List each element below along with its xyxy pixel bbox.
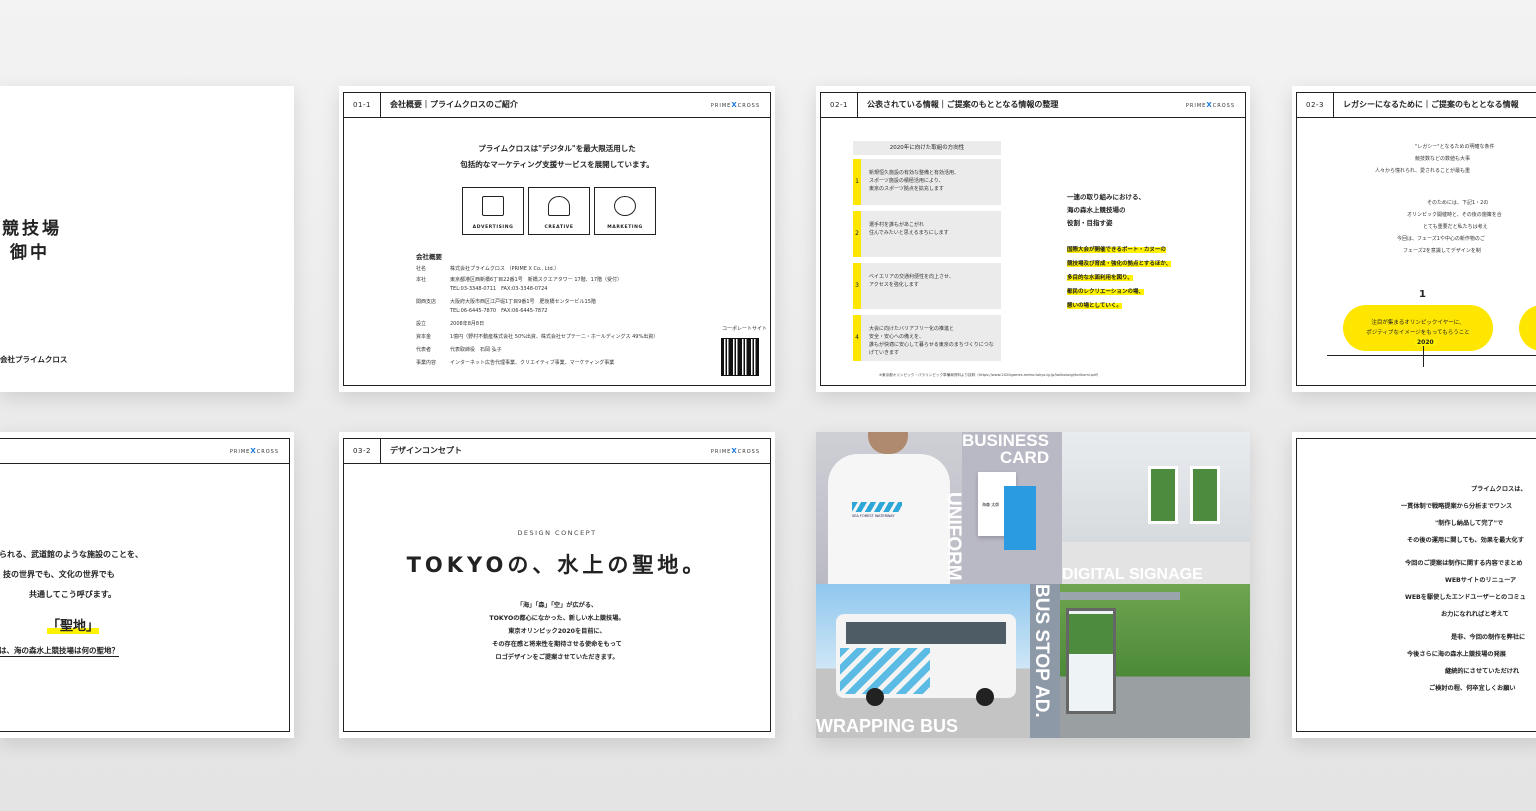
compass-icon bbox=[548, 196, 570, 216]
table-heading: 2020年に向けた取組の方向性 bbox=[853, 141, 1001, 155]
cover-line-1: 競技場 bbox=[2, 219, 62, 239]
slide-number: 01-1 bbox=[344, 93, 381, 117]
phase-2-bubble bbox=[1519, 305, 1536, 351]
slide-header: 03-2 デザインコンセプト PRIMEXCROSS bbox=[344, 439, 770, 464]
person-head bbox=[868, 432, 908, 454]
slide-number: 02-1 bbox=[821, 93, 858, 117]
ad-panel-image bbox=[1069, 614, 1113, 654]
company-row: TEL:03-3348-0711 FAX:03-3348-0724 bbox=[450, 286, 548, 292]
bus-wheel bbox=[976, 688, 994, 706]
digital-signage-label: DIGITAL SIGNAGE bbox=[1062, 566, 1203, 583]
wrapping-bus-label: WRAPPING BUS bbox=[816, 716, 959, 736]
slide-frame: PRIMEXCROSS られる、武道館のような施設のことを、 技の世界でも、文化… bbox=[0, 438, 290, 732]
slide-public-info[interactable]: 02-1 公表されている情報｜ご提案のもととなる情報の整理 PRIMEXCROS… bbox=[816, 86, 1250, 392]
company-row: 社名 株式会社プライムクロス （PRIME X Co., Ltd.） bbox=[416, 266, 560, 272]
slide-number: 03-2 bbox=[344, 439, 381, 463]
slide-title: 公表されている情報｜ご提案のもととなる情報の整理 bbox=[867, 100, 1059, 109]
service-advertising: ADVERTISING bbox=[462, 187, 524, 235]
prime-cross-logo: PRIMEXCROSS bbox=[710, 447, 760, 455]
direction-item-4: 4 大会に向けたバリアフリー化の推進と 安全・安心への備えを、 誰もが快適に安心して… bbox=[853, 315, 1001, 361]
service-marketing: MARKETING bbox=[594, 187, 656, 235]
source-note: ※東京都オリンピック・パラリンピック準備局資料より抜粋（https://www.… bbox=[879, 373, 1101, 377]
cover-line-2: 御中 bbox=[10, 243, 50, 263]
qr-code-icon[interactable] bbox=[721, 338, 759, 376]
lead-text: プライムクロスは"デジタル"を最大限活用した 包括的なマーケティング支援サービス… bbox=[460, 144, 654, 169]
company-row: 資本金 1億円（野村不動産株式会社 50%出資、株式会社セプテーニ・ホールディング… bbox=[416, 334, 659, 340]
direction-item-2: 2 選手村を誰もがあこがれ 住んでみたいと思えるまちにします bbox=[853, 211, 1001, 257]
slide-frame: 02-3 レガシーになるために｜ご提案のもととなる情報 "レガシー"となるための… bbox=[1296, 92, 1536, 386]
company-row: 設立 2008年8月8日 bbox=[416, 321, 485, 327]
company-row: 事業内容 インターネット広告代理事業、クリエイティブ事業、マーケティング事業 bbox=[416, 360, 615, 366]
prime-cross-logo: PRIMEXCROSS bbox=[1185, 101, 1235, 109]
shirt-logo-text: SEA FOREST WATERWAY bbox=[852, 514, 895, 518]
bus-wrap-graphic bbox=[840, 648, 930, 694]
uniform-photo: SEA FOREST WATERWAY bbox=[816, 432, 962, 584]
phase-number: 1 bbox=[1419, 289, 1426, 300]
digital-signage-photo bbox=[1062, 432, 1250, 584]
uniform-label: UNIFORM bbox=[943, 492, 964, 581]
slide-frame: 03-2 デザインコンセプト PRIMEXCROSS DESIGN CONCEP… bbox=[343, 438, 771, 732]
signage-screen bbox=[1190, 466, 1220, 524]
sanctuary-quote: 「聖地」 bbox=[47, 619, 100, 634]
timeline-line bbox=[1327, 355, 1536, 356]
slide-title: レガシーになるために｜ご提案のもととなる情報 bbox=[1343, 100, 1519, 109]
concept-headline: TOKYOの、水上の聖地。 bbox=[406, 553, 708, 577]
sanctuary-question-link[interactable]: は、海の森水上競技場は何の聖地？ bbox=[0, 645, 119, 657]
shelter-roof bbox=[1060, 592, 1180, 600]
slide-applications-collage[interactable]: SEA FOREST WATERWAY BUSINESS CARD 海森 太郎 … bbox=[816, 432, 1250, 738]
polo-shirt bbox=[828, 454, 950, 584]
slide-number: 02-3 bbox=[1297, 93, 1334, 117]
bus-wheel bbox=[866, 688, 884, 706]
signage-screen bbox=[1148, 466, 1178, 524]
role-heading: 一連の取り組みにおける、 海の森水上競技場の 役割・目指す姿 bbox=[1067, 193, 1145, 227]
slide-cover[interactable]: 競技場 御中 会社プライムクロス bbox=[0, 86, 294, 392]
slide-legacy[interactable]: 02-3 レガシーになるために｜ご提案のもととなる情報 "レガシー"となるための… bbox=[1292, 86, 1536, 392]
company-row: TEL:06-6445-7870 FAX:06-6445-7872 bbox=[450, 308, 548, 314]
company-row: 本社 東京都港区西新橋6丁目22番1号 新橋スクエアタワー 17階、17階（受付） bbox=[416, 277, 623, 283]
closing-text: プライムクロスは、 一貫体制で戦略提案から分析までワンス "制作し納品して完了"… bbox=[1401, 486, 1527, 692]
bus-stop-label: BUS STOP AD. bbox=[1031, 584, 1052, 718]
slide-closing[interactable]: プライムクロスは、 一貫体制で戦略提案から分析までワンス "制作し納品して完了"… bbox=[1292, 432, 1536, 738]
card-name: 海森 太郎 bbox=[982, 502, 1000, 507]
company-table: 社名 株式会社プライムクロス （PRIME X Co., Ltd.） 本社 東京都港… bbox=[416, 265, 716, 372]
service-creative: CREATIVE bbox=[528, 187, 590, 235]
shirt-logo-icon bbox=[852, 502, 902, 512]
business-card-blue bbox=[1004, 486, 1036, 550]
qr-label: コーポレートサイト bbox=[722, 326, 768, 332]
browser-icon bbox=[482, 196, 504, 216]
concept-body: 「海」「森」「空」が広がる、 TOKYOの都心になかった、新しい水上競技場。 東… bbox=[489, 602, 625, 661]
company-heading: 会社概要 bbox=[416, 253, 442, 261]
direction-item-1: 1 新規恒久施設の有効な整備と有効活用、 スポーツ施設の積極活用により、 東京のスポ… bbox=[853, 159, 1001, 205]
wrapping-bus-photo bbox=[816, 584, 1030, 738]
legacy-text-1: "レガシー"となるための明確な条件 競技数などの数値も大事 人々から憧れられ、愛… bbox=[1375, 144, 1495, 174]
timeline-year: 2020 bbox=[1415, 339, 1436, 346]
company-row: 関西支店 大阪府大阪市西区江戸堀1丁目9番1号 肥後橋センタービル15階 bbox=[416, 299, 596, 305]
cover-footer: 会社プライムクロス bbox=[0, 355, 68, 364]
slide-header: PRIMEXCROSS bbox=[0, 439, 289, 464]
sanctuary-text: られる、武道館のような施設のことを、 技の世界でも、文化の世界でも 共通してこう… bbox=[0, 550, 143, 599]
bus-stop-photo bbox=[1060, 584, 1250, 738]
direction-item-3: 3 ベイエリアの交通利便性を向上させ、 アクセスを強化します bbox=[853, 263, 1001, 309]
gear-icon bbox=[614, 196, 636, 216]
highlight-text: 国際大会が開催できるボート・カヌーの 競技場及び育成・強化の拠点とするほか、 多… bbox=[1067, 247, 1172, 309]
slide-header: 01-1 会社概要｜プライムクロスのご紹介 PRIMEXCROSS bbox=[344, 93, 770, 118]
bus-windows bbox=[846, 622, 1006, 644]
slide-header: 02-1 公表されている情報｜ご提案のもととなる情報の整理 PRIMEXCROS… bbox=[821, 93, 1245, 118]
prime-cross-logo: PRIMEXCROSS bbox=[710, 101, 760, 109]
slide-design-concept[interactable]: 03-2 デザインコンセプト PRIMEXCROSS DESIGN CONCEP… bbox=[339, 432, 775, 738]
slide-company-overview[interactable]: 01-1 会社概要｜プライムクロスのご紹介 PRIMEXCROSS プライムクロ… bbox=[339, 86, 775, 392]
slide-header: 02-3 レガシーになるために｜ご提案のもととなる情報 bbox=[1297, 93, 1536, 118]
business-card-label: BUSINESS CARD bbox=[962, 432, 1050, 467]
company-row: 代表者 代表取締役 石岡 弘子 bbox=[416, 347, 502, 353]
timeline-tick bbox=[1423, 343, 1424, 367]
slide-title: 会社概要｜プライムクロスのご紹介 bbox=[390, 100, 518, 109]
concept-eyebrow: DESIGN CONCEPT bbox=[517, 529, 597, 537]
slide-title: デザインコンセプト bbox=[390, 446, 462, 455]
slide-frame: 01-1 会社概要｜プライムクロスのご紹介 PRIMEXCROSS プライムクロ… bbox=[343, 92, 771, 386]
slide-sanctuary[interactable]: PRIMEXCROSS られる、武道館のような施設のことを、 技の世界でも、文化… bbox=[0, 432, 294, 738]
legacy-text-2: そのためには、下記1・2の オリンピック開催時と、その後の施策を合 とても重要だ… bbox=[1397, 200, 1502, 254]
slide-frame: プライムクロスは、 一貫体制で戦略提案から分析までワンス "制作し納品して完了"… bbox=[1296, 438, 1536, 732]
prime-cross-logo: PRIMEXCROSS bbox=[229, 447, 279, 455]
slide-frame: 02-1 公表されている情報｜ご提案のもととなる情報の整理 PRIMEXCROS… bbox=[820, 92, 1246, 386]
